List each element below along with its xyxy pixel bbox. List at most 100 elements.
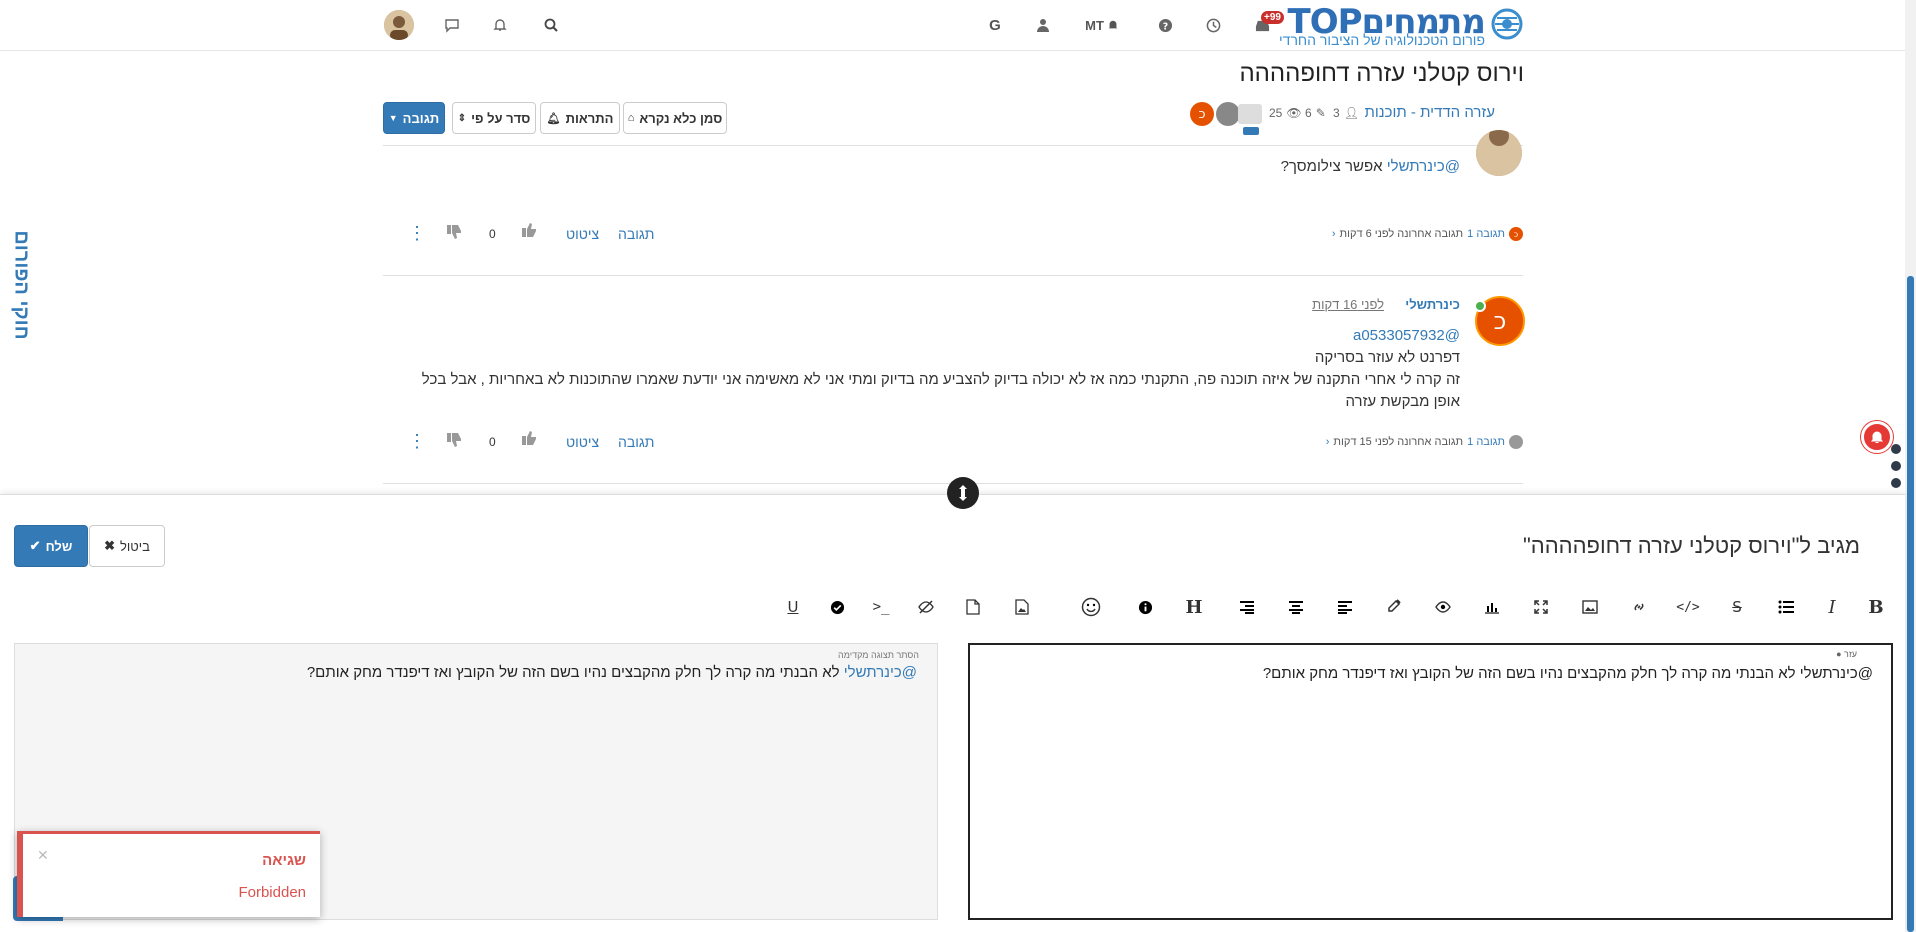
code-icon[interactable]: </> [1676,595,1700,619]
composer-textarea[interactable]: עזר ● @כינרתשלי לא הבנתי מה קרה לך חלק מ… [968,643,1893,920]
editor-help-link[interactable]: עזר ● [1836,649,1857,659]
avatar-letter: כ [1513,229,1519,239]
composer-resize-handle[interactable] [947,477,979,509]
mention-link[interactable]: @a0533057932 [1353,327,1460,344]
align-right-icon[interactable] [1235,595,1259,619]
search-icon[interactable] [540,14,562,36]
site-logo[interactable]: מתמחיםTOP פורום הטכנולוגיה של הציבור החר… [1279,2,1525,50]
bell-icon [1108,20,1118,29]
replies-count-link[interactable]: תגובה 1 [1467,228,1505,240]
mention-link[interactable]: @כינרתשלי [844,664,917,681]
more-options-icon[interactable]: ⋮ [408,223,426,244]
bold-icon[interactable]: B [1864,595,1888,619]
logo-subtitle: פורום הטכנולוגיה של הציבור החרדי [1279,32,1485,48]
spoiler-icon[interactable] [914,595,938,619]
participant-avatar[interactable]: כ [1190,102,1214,126]
align-center-icon[interactable] [1284,595,1308,619]
close-icon[interactable]: ✕ [37,848,49,864]
post-text-line: דפרנט לא עוזר בסריקה [1314,349,1460,366]
user-icon: 👤︎ [1343,106,1359,120]
upvote-icon[interactable] [520,429,538,447]
post-author-avatar[interactable] [1476,130,1522,176]
more-options-icon[interactable]: ⋮ [408,431,426,452]
underline-icon[interactable]: U [781,595,805,619]
reply-button[interactable]: תגובה ▼ [383,102,445,134]
align-left-icon[interactable] [1333,595,1357,619]
notifications-label: התראות [565,110,614,126]
google-icon[interactable]: G [984,14,1006,36]
user-menu[interactable]: MT [1080,14,1124,36]
scroll-dot[interactable] [1891,461,1901,471]
logo-globe-icon [1491,8,1523,40]
avatar-letter: כ [1198,106,1206,122]
participant-avatar[interactable] [1216,102,1240,126]
page-scrollbar[interactable] [1905,0,1916,932]
fullscreen-icon[interactable] [1529,595,1553,619]
user-icon[interactable] [1032,14,1054,36]
check-circle-icon[interactable] [825,595,849,619]
post-text-line: זה קרה לי אחרי התקנה של איזה תוכנה פה, ה… [421,371,1460,388]
post-body: @כינרתשלי אפשר צילומסך? [1281,158,1460,175]
color-picker-icon[interactable] [1382,595,1406,619]
replies-meta: תגובה אחרונה לפני 15 דקות [1333,436,1464,448]
category-link[interactable]: עזרה הדדית - תוכנות [1365,104,1495,121]
topic-title: וירוס קטלני עזרה דחופהההה [1239,60,1524,87]
mark-unread-button[interactable]: סמן כלא נקרא ⌂ [623,102,727,134]
downvote-icon[interactable] [445,431,463,449]
scrollbar-thumb[interactable] [1907,276,1914,932]
post-header: כינרתשלי לפני 16 דקות [1312,297,1460,312]
error-toast[interactable]: ✕ שגיאה Forbidden [17,831,320,917]
divider [383,145,1523,146]
svg-text:?: ? [1162,21,1167,32]
help-icon[interactable]: ? [1154,14,1176,36]
list-icon[interactable] [1774,595,1798,619]
replies-count-link[interactable]: תגובה 1 [1467,436,1505,448]
file-icon[interactable] [961,595,985,619]
downvote-icon[interactable] [445,223,463,241]
post-replies[interactable]: תגובה 1 תגובה אחרונה לפני 15 דקות ‹ [1326,435,1523,449]
link-icon[interactable] [1627,595,1651,619]
clock-icon[interactable] [1202,14,1224,36]
participant-avatar[interactable] [1238,104,1262,124]
submit-button[interactable]: שלח ✔ [14,525,88,567]
image-icon[interactable] [1578,595,1602,619]
post-replies[interactable]: כ תגובה 1 תגובה אחרונה לפני 6 דקות ‹ [1332,227,1523,241]
floating-notification-bell[interactable] [1861,421,1893,453]
inbox-icon: ⌂ [627,112,635,124]
composer-title: מגיב ל"וירוס קטלני עזרה דחופהההה" [1522,533,1860,558]
scroll-dot[interactable] [1891,444,1901,454]
post-timestamp[interactable]: לפני 16 דקות [1312,297,1384,312]
quote-button[interactable]: ציטוט [566,434,599,450]
terminal-icon[interactable]: >_ [869,595,893,619]
toast-title: שגיאה [262,852,306,869]
chart-icon[interactable] [1480,595,1504,619]
hide-preview-link[interactable]: הסתר תצוגה מקדימה [838,650,919,660]
sort-button[interactable]: סדר על פי ⇕ [452,102,536,134]
info-icon[interactable] [1133,595,1157,619]
post-author-link[interactable]: כינרתשלי [1405,297,1460,312]
eye-icon[interactable] [1431,595,1455,619]
notifications-button[interactable]: התראות 🔔︎ [540,102,620,134]
heading-icon[interactable]: H [1182,595,1206,619]
post-reply-button[interactable]: תגובה [618,434,654,450]
forum-rules-tab[interactable]: חוקי הפורום [4,225,38,345]
user-avatar[interactable] [384,10,414,40]
strikethrough-icon[interactable]: S [1725,595,1749,619]
upvote-icon[interactable] [520,221,538,239]
quote-button[interactable]: ציטוט [566,226,599,242]
vote-count: 0 [489,435,496,449]
chevron-left-icon: ‹ [1331,228,1336,240]
italic-icon[interactable]: I [1820,595,1844,619]
post-reply-button[interactable]: תגובה [618,226,654,242]
editor-content[interactable]: @כינרתשלי לא הבנתי מה קרה לך חלק מהקבצים… [1263,665,1873,682]
posts-stat: 3 👤︎ [1333,106,1359,120]
cancel-button[interactable]: ביטול ✖ [89,525,165,567]
upload-image-icon[interactable] [1010,595,1034,619]
scroll-dot[interactable] [1891,478,1901,488]
mention-link[interactable]: @כינרתשלי [1387,158,1460,175]
mark-unread-label: סמן כלא נקרא [639,110,723,126]
chat-icon[interactable] [441,14,463,36]
bell-icon[interactable] [489,14,511,36]
post-actions: ⋮ 0 ציטוט תגובה [400,431,660,455]
emoji-icon[interactable] [1079,595,1103,619]
